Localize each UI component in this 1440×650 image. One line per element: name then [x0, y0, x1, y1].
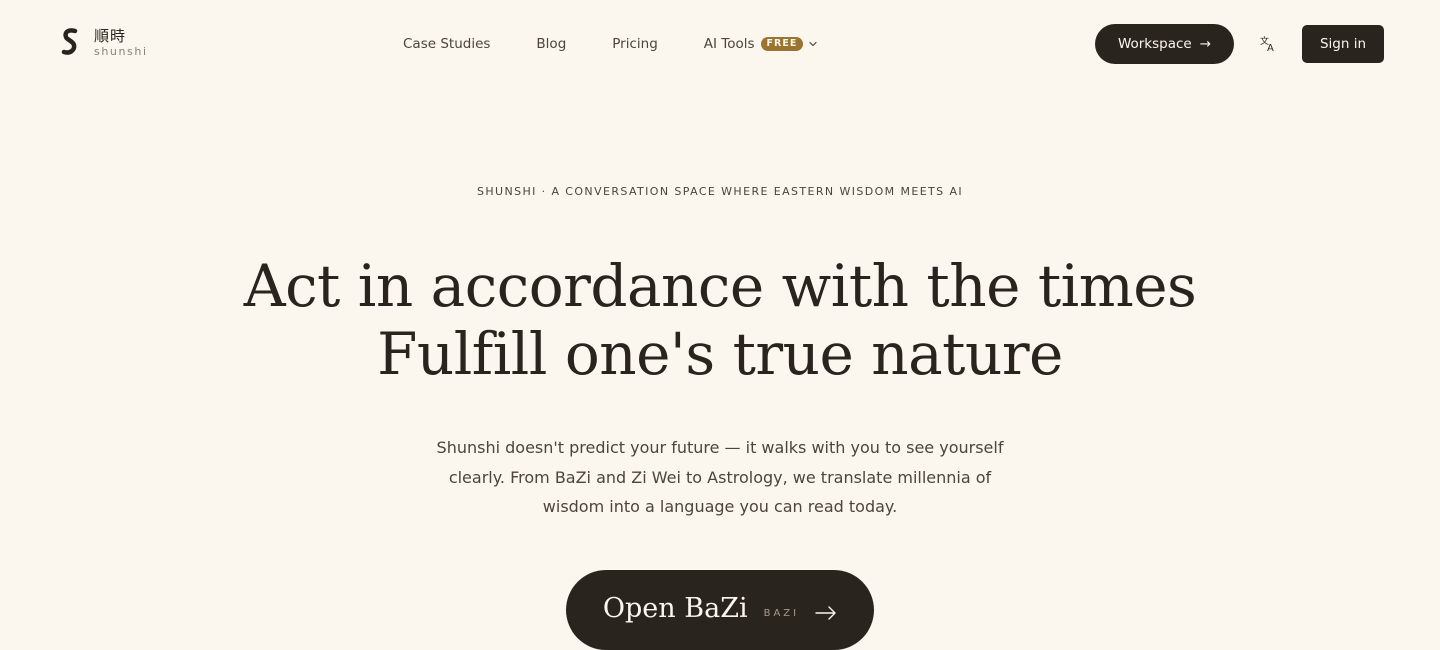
translate-icon: 文 A: [1260, 35, 1274, 53]
brand-logo[interactable]: 順時 shunshi: [60, 26, 148, 58]
chevron-down-icon: [809, 41, 817, 47]
brand-wordmark: 順時 shunshi: [94, 27, 148, 58]
main-nav: Case Studies Blog Pricing AI Tools FREE: [380, 32, 841, 56]
nav-pricing[interactable]: Pricing: [589, 32, 681, 56]
arrow-right-icon: →: [1199, 36, 1212, 52]
arrow-right-icon: [815, 606, 836, 620]
brand-name-cn: 順時: [94, 26, 127, 45]
nav-case-studies[interactable]: Case Studies: [380, 32, 513, 56]
headline-line-1: Act in accordance with the times: [243, 252, 1197, 320]
hero-description: Shunshi doesn't predict your future — it…: [436, 438, 1004, 516]
workspace-button[interactable]: Workspace →: [1095, 24, 1234, 64]
nav-blog[interactable]: Blog: [513, 32, 589, 56]
headline-line-2: Fulfill one's true nature: [377, 320, 1063, 388]
site-header: 順時 shunshi Case Studies Blog Pricing AI …: [0, 0, 1440, 88]
sign-in-button[interactable]: Sign in: [1302, 25, 1384, 63]
shunshi-logo-icon: [61, 28, 78, 55]
svg-text:A: A: [1267, 43, 1274, 53]
brand-name-en: shunshi: [94, 44, 148, 58]
hero-eyebrow: SHUNSHI · A CONVERSATION SPACE WHERE EAS…: [476, 185, 964, 198]
nav-ai-tools[interactable]: AI Tools FREE: [681, 32, 842, 56]
cta-label: Open BaZi: [602, 593, 748, 624]
language-switcher[interactable]: 文 A: [1254, 31, 1282, 57]
open-bazi-button[interactable]: Open BaZi BAZI: [566, 570, 874, 650]
hero-headline: Act in accordance with the times Fulfill…: [0, 252, 1440, 388]
workspace-label: Workspace: [1117, 36, 1192, 52]
cta-sublabel: BAZI: [763, 608, 800, 619]
free-badge: FREE: [760, 37, 804, 51]
nav-ai-tools-label: AI Tools: [703, 36, 755, 52]
